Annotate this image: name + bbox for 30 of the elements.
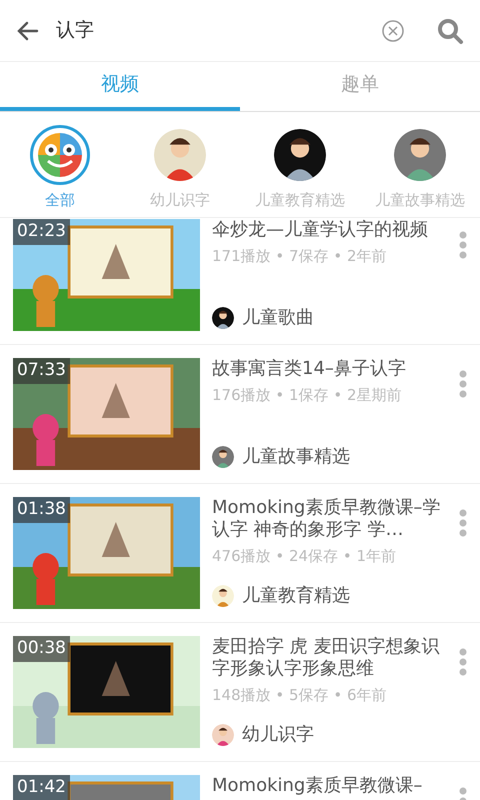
channel-name[interactable]: 儿童教育精选	[242, 582, 350, 609]
search-field[interactable]: 认字	[56, 16, 366, 45]
video-title[interactable]: 麦田拾字 虎 麦田识字想象识字形象认字形象思维	[212, 636, 447, 680]
video-stats: 171播放 • 7保存 • 2年前	[212, 246, 388, 267]
video-thumbnail[interactable]: 01:42	[13, 775, 200, 800]
channel-name[interactable]: 儿童故事精选	[242, 443, 350, 470]
video-title[interactable]: 故事寓言类14–鼻子认字	[212, 358, 447, 380]
duration-label: 02:23	[13, 219, 70, 244]
video-title[interactable]: Momoking素质早教微课–学认字 神奇的象形字 学…	[212, 497, 447, 541]
more-icon[interactable]	[459, 648, 467, 676]
duration-label: 01:38	[13, 497, 70, 522]
more-icon[interactable]	[459, 509, 467, 537]
video-title[interactable]: Momoking素质早教微课–	[212, 775, 447, 797]
video-thumbnail[interactable]: 01:38	[13, 497, 200, 609]
duration-label: 07:33	[13, 358, 70, 384]
clear-icon[interactable]	[382, 20, 404, 42]
video-thumbnail[interactable]: 07:33	[13, 358, 200, 470]
video-thumbnail[interactable]: 02:23	[13, 219, 200, 331]
duration-label: 01:42	[13, 775, 70, 800]
more-icon[interactable]	[459, 370, 467, 398]
channel-name[interactable]: 儿童歌曲	[242, 304, 314, 331]
channel-name[interactable]: 幼儿识字	[242, 721, 314, 748]
video-title[interactable]: 伞炒龙—儿童学认字的视频	[212, 219, 447, 241]
video-stats: 476播放 • 24保存 • 1年前	[212, 546, 398, 567]
video-stats: 148播放 • 5保存 • 6年前	[212, 685, 388, 706]
duration-label: 00:38	[13, 636, 70, 662]
search-icon[interactable]	[436, 16, 464, 44]
video-stats: 176播放 • 1保存 • 2星期前	[212, 385, 402, 406]
more-icon[interactable]	[459, 231, 467, 259]
video-thumbnail[interactable]: 00:38	[13, 636, 200, 748]
